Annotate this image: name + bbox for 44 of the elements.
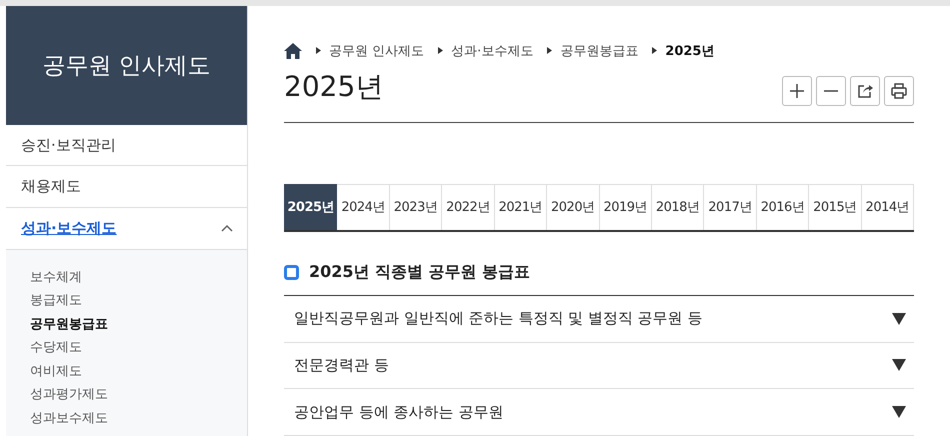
arrow-icon: [438, 47, 444, 54]
sidebar-item[interactable]: 승진·보직관리: [6, 124, 247, 166]
accordion-item[interactable]: 공안업무 등에 종사하는 공무원: [284, 389, 914, 436]
breadcrumb-link[interactable]: 공무원 인사제도: [329, 42, 424, 60]
submenu-item[interactable]: 성과보수제도: [30, 406, 108, 430]
home-icon[interactable]: [284, 42, 302, 59]
year-tab[interactable]: 2017년: [704, 184, 757, 230]
submenu-item[interactable]: 성과평가제도: [30, 383, 108, 406]
printer-icon: [890, 82, 908, 100]
year-tab[interactable]: 2022년: [442, 184, 495, 230]
year-tab[interactable]: 2025년: [284, 184, 338, 230]
print-button[interactable]: [884, 76, 914, 106]
minus-icon: [822, 90, 840, 92]
arrow-icon: [316, 47, 321, 54]
year-tab[interactable]: 2015년: [809, 184, 862, 230]
share-button[interactable]: [850, 76, 880, 106]
accordion-item[interactable]: 일반직공무원과 일반직에 준하는 특정직 및 별정직 공무원 등: [284, 296, 914, 343]
breadcrumb-link[interactable]: 성과·보수제도: [451, 42, 534, 60]
year-tab[interactable]: 2021년: [494, 184, 548, 230]
breadcrumb-link[interactable]: 2025년: [665, 42, 714, 60]
submenu-item[interactable]: 보수체계: [30, 266, 82, 289]
submenu-item[interactable]: 봉급제도: [30, 289, 82, 312]
section-title: 2025년 직종별 공무원 봉급표: [309, 262, 530, 283]
year-tab[interactable]: 2018년: [652, 184, 704, 230]
plus-icon: [788, 82, 806, 100]
year-tab[interactable]: 2016년: [756, 184, 810, 230]
submenu-item[interactable]: 공무원봉급표: [30, 312, 108, 336]
year-tab[interactable]: 2019년: [600, 184, 652, 230]
breadcrumb-link[interactable]: 공무원봉급표: [560, 42, 638, 60]
page-title: 2025년: [284, 68, 384, 105]
year-tab[interactable]: 2024년: [337, 184, 390, 230]
zoom-in-button[interactable]: [782, 76, 812, 106]
caret-up-icon: [221, 224, 233, 232]
sidebar-item[interactable]: 채용제도: [6, 166, 247, 208]
year-tab[interactable]: 2023년: [390, 184, 442, 230]
arrow-icon: [652, 47, 658, 54]
year-tab[interactable]: 2014년: [862, 184, 914, 230]
sidebar-title: 공무원 인사제도: [6, 6, 247, 125]
year-tab[interactable]: 2020년: [547, 184, 600, 230]
submenu-item[interactable]: 수당제도: [30, 336, 82, 360]
accordion-item[interactable]: 전문경력관 등: [284, 342, 914, 390]
square-icon: [284, 264, 299, 280]
submenu-item[interactable]: 여비제도: [30, 360, 82, 383]
arrow-icon: [547, 47, 552, 54]
